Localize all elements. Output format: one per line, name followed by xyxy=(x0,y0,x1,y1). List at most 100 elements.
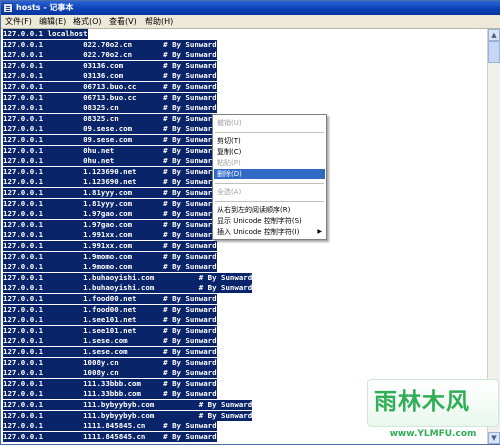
context-menu-item[interactable]: 从右到左的阅读顺序(R) xyxy=(214,205,325,215)
selected-text: 127.0.0.1 1.9momo.com # By Sunward xyxy=(3,251,217,262)
selected-text: 127.0.0.1 1.see101.net # By Sunward xyxy=(3,325,217,336)
selected-text: 127.0.0.1 1111.845845.cn # By Sunward xyxy=(3,431,217,442)
context-menu-item[interactable]: 显示 Unicode 控制字符(S) xyxy=(214,216,325,226)
selected-text: 127.0.0.1 1.buhaoyishi.com # By Sunward xyxy=(3,283,253,294)
text-line: 127.0.0.1 1.buhaoyishi.com # By Sunward xyxy=(3,283,253,294)
selected-text: 127.0.0.1 1.buhaoyishi.com # By Sunward xyxy=(3,272,253,283)
menu-separator xyxy=(215,183,324,184)
context-menu-item-label: 粘贴(P) xyxy=(217,159,241,167)
text-line: 127.0.0.1 06713.buo.cc # By Sunward xyxy=(3,92,217,103)
text-line: 127.0.0.1 1.see101.net # By Sunward xyxy=(3,325,217,336)
selected-text: 127.0.0.1 1.food00.net # By Sunward xyxy=(3,294,217,304)
selected-text: 127.0.0.1 03136.com # By Sunward xyxy=(3,71,217,82)
text-line: 127.0.0.1 1.97gao.com # By Sunward xyxy=(3,219,217,230)
context-menu-item[interactable]: 剪切(T) xyxy=(214,136,325,146)
selected-text: 127.0.0.1 06713.buo.cc # By Sunward xyxy=(3,92,217,103)
title-bar[interactable]: hosts - 记事本 xyxy=(1,1,500,15)
menu-edit[interactable]: 编辑(E) xyxy=(39,15,66,28)
watermark-logo: 雨林木风 xyxy=(367,379,499,427)
selected-text: 127.0.0.1 03136.com # By Sunward xyxy=(3,60,217,71)
text-line: 127.0.0.1 08325.cn # By Sunward xyxy=(3,103,217,114)
scrollbar-thumb[interactable] xyxy=(488,41,500,63)
context-menu-item-label: 删除(D) xyxy=(217,170,242,178)
text-line: 127.0.0.1 1111.845845.cn # By Sunward xyxy=(3,421,217,432)
selected-text: 127.0.0.1 0hu.net # By Sunward xyxy=(3,145,217,156)
submenu-arrow-icon: ▶ xyxy=(317,228,322,235)
selected-text: 127.0.0.1 1.9momo.com # By Sunward xyxy=(3,262,217,273)
selected-text: 127.0.0.1 06713.buo.cc # By Sunward xyxy=(3,82,217,92)
text-line: 127.0.0.1 09.sese.com # By Sunward xyxy=(3,124,217,135)
selected-text: 127.0.0.1 1.991xx.com # By Sunward xyxy=(3,230,217,241)
text-line: 127.0.0.1 1.sese.com # By Sunward xyxy=(3,336,217,347)
text-line: 127.0.0.1 08325.cn # By Sunward xyxy=(3,113,217,124)
menu-file[interactable]: 文件(F) xyxy=(5,15,32,28)
selected-text: 127.0.0.1 111.bybyybyb.com # By Sunward xyxy=(3,400,253,410)
context-menu-item[interactable]: 复制(C) xyxy=(214,147,325,157)
selected-text: 127.0.0.1 022.70o2.cn # By Sunward xyxy=(3,50,217,61)
text-line: 127.0.0.1 1.81yyy.com # By Sunward xyxy=(3,188,217,198)
context-menu: 撤销(U) 剪切(T) 复制(C) 粘贴(P) 删除(D) 全选(A) 从右到左的阅读顺序(… xyxy=(212,114,327,240)
selected-text: 127.0.0.1 09.sese.com # By Sunward xyxy=(3,135,217,145)
context-menu-item-label: 从右到左的阅读顺序(R) xyxy=(217,206,291,214)
text-line: 127.0.0.1 06713.buo.cc # By Sunward xyxy=(3,82,217,92)
text-line: 127.0.0.1 1.123690.net # By Sunward xyxy=(3,166,217,177)
text-line: 127.0.0.1 1.991xx.com # By Sunward xyxy=(3,241,217,251)
selected-text: 127.0.0.1 1.81yyy.com # By Sunward xyxy=(3,188,217,198)
watermark: 雨林木风 www.YLMFU.com xyxy=(367,379,499,443)
text-line: 127.0.0.1 1111.845845.cn # By Sunward xyxy=(3,431,217,442)
text-line: 127.0.0.1 022.70o2.cn # By Sunward xyxy=(3,39,217,50)
text-line: 127.0.0.1 111.33bbb.com # By Sunward xyxy=(3,389,217,400)
selected-text: 127.0.0.1 1.991xx.com # By Sunward xyxy=(3,241,217,251)
menu-help[interactable]: 帮助(H) xyxy=(145,15,173,28)
notepad-window: hosts - 记事本 文件(F) 编辑(E) 格式(O) 查看(V) 帮助(H… xyxy=(0,0,500,445)
watermark-url: www.YLMFU.com xyxy=(389,429,477,439)
context-menu-item-label: 显示 Unicode 控制字符(S) xyxy=(217,217,302,225)
context-menu-item-label: 复制(C) xyxy=(217,148,242,156)
menu-separator xyxy=(215,132,324,133)
selected-text: 127.0.0.1 1.81yyy.com # By Sunward xyxy=(3,198,217,209)
text-line: 127.0.0.1 1008y.cn # By Sunward xyxy=(3,368,217,379)
selected-text: 127.0.0.1 111.33bbb.com # By Sunward xyxy=(3,389,217,400)
text-line: 127.0.0.1 0hu.net # By Sunward xyxy=(3,156,217,167)
text-line: 127.0.0.1 localhost xyxy=(3,29,88,39)
context-menu-item-label: 剪切(T) xyxy=(217,137,241,145)
selected-text: 127.0.0.1 1111.845845.cn # By Sunward xyxy=(3,421,217,432)
text-line: 127.0.0.1 1.food00.net # By Sunward xyxy=(3,294,217,304)
selected-text: 127.0.0.1 1.123690.net # By Sunward xyxy=(3,177,217,188)
context-menu-item-label: 插入 Unicode 控制字符(I) xyxy=(217,228,300,236)
selected-text: 127.0.0.1 1.sese.com # By Sunward xyxy=(3,347,217,357)
menu-format[interactable]: 格式(O) xyxy=(73,15,102,28)
selected-text: 127.0.0.1 111.33bbb.com # By Sunward xyxy=(3,378,217,389)
selected-text: 127.0.0.1 1.97gao.com # By Sunward xyxy=(3,209,217,220)
text-line: 127.0.0.1 111.33bbb.com # By Sunward xyxy=(3,378,217,389)
text-line: 127.0.0.1 1.food00.net # By Sunward xyxy=(3,304,217,315)
text-line: 127.0.0.1 111.bybyybyb.com # By Sunward xyxy=(3,400,253,410)
selected-text: 127.0.0.1 1.sese.com # By Sunward xyxy=(3,336,217,347)
context-menu-item[interactable]: 删除(D) xyxy=(214,169,325,179)
scroll-up-icon[interactable]: ▲ xyxy=(488,29,500,41)
text-line: 127.0.0.1 03136.com # By Sunward xyxy=(3,71,217,82)
selected-text: 127.0.0.1 1.see101.net # By Sunward xyxy=(3,315,217,326)
menu-view[interactable]: 查看(V) xyxy=(109,15,137,28)
selected-text: 127.0.0.1 0hu.net # By Sunward xyxy=(3,156,217,167)
text-line: 127.0.0.1 1.81yyy.com # By Sunward xyxy=(3,198,217,209)
context-menu-item: 粘贴(P) xyxy=(214,158,325,168)
text-line: 127.0.0.1 1.see101.net # By Sunward xyxy=(3,315,217,326)
context-menu-item[interactable]: 插入 Unicode 控制字符(I) ▶ xyxy=(214,227,325,237)
text-line: 127.0.0.1 1.991xx.com # By Sunward xyxy=(3,230,217,241)
selected-text: 127.0.0.1 localhost xyxy=(3,29,88,39)
window-title: hosts - 记事本 xyxy=(16,3,74,12)
notepad-icon xyxy=(3,3,13,13)
selected-text: 127.0.0.1 1.food00.net # By Sunward xyxy=(3,304,217,315)
selected-text: 127.0.0.1 1008y.cn # By Sunward xyxy=(3,357,217,368)
selected-text: 127.0.0.1 022.70o2.cn # By Sunward xyxy=(3,39,217,50)
text-line: 127.0.0.1 1.buhaoyishi.com # By Sunward xyxy=(3,272,253,283)
text-line: 127.0.0.1 1.97gao.com # By Sunward xyxy=(3,209,217,220)
text-line: 127.0.0.1 1.sese.com # By Sunward xyxy=(3,347,217,357)
context-menu-item: 撤销(U) xyxy=(214,118,325,128)
text-line: 127.0.0.1 09.sese.com # By Sunward xyxy=(3,135,217,145)
menu-bar: 文件(F) 编辑(E) 格式(O) 查看(V) 帮助(H) xyxy=(1,15,500,29)
context-menu-item-label: 撤销(U) xyxy=(217,119,242,127)
menu-separator xyxy=(215,201,324,202)
selected-text: 127.0.0.1 1.97gao.com # By Sunward xyxy=(3,219,217,230)
